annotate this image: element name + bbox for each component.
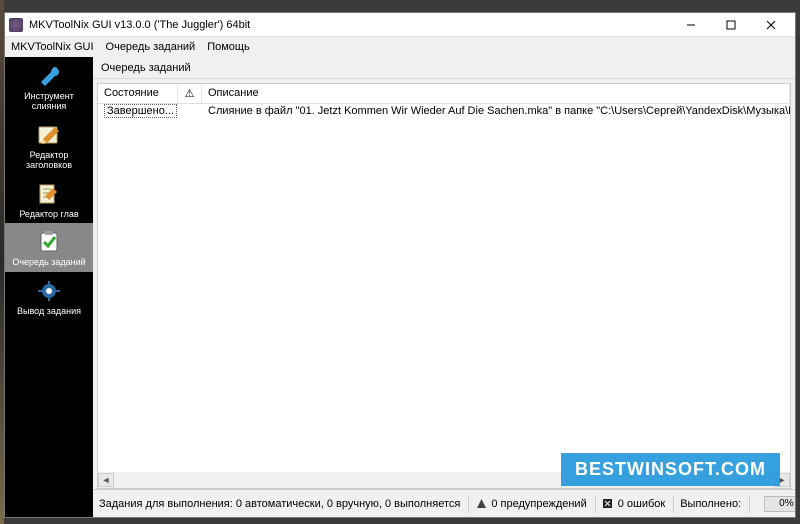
status-pending: Задания для выполнения: 0 автоматически,… — [97, 495, 460, 513]
gear-icon — [34, 278, 64, 304]
col-description[interactable]: Описание — [202, 84, 790, 103]
menu-item-queue[interactable]: Очередь заданий — [106, 41, 196, 53]
close-icon — [766, 20, 776, 30]
watermark: BESTWINSOFT.COM — [561, 453, 780, 486]
sidebar-item-chapter-editor[interactable]: Редактор глав — [5, 175, 93, 224]
scroll-left-icon[interactable]: ◄ — [98, 473, 114, 487]
menu-item-app[interactable]: MKVToolNix GUI — [11, 41, 94, 53]
menubar: MKVToolNix GUI Очередь заданий Помощь — [5, 37, 795, 57]
sidebar-item-job-output[interactable]: Вывод задания — [5, 272, 93, 321]
checklist-icon — [34, 229, 64, 255]
app-icon — [9, 18, 23, 32]
sidebar-item-header-editor[interactable]: Редактор заголовков — [5, 116, 93, 175]
sidebar-label: Вывод задания — [17, 307, 81, 317]
minimize-icon — [686, 20, 696, 30]
status-errors: 0 ошибок — [618, 498, 666, 510]
progress-current: 0% — [764, 496, 795, 512]
maximize-icon — [726, 20, 736, 30]
sidebar-label: Инструмент слияния — [7, 92, 91, 112]
pencil-icon — [34, 122, 64, 148]
col-state[interactable]: Состояние — [98, 84, 178, 103]
col-warn[interactable]: ⚠ — [178, 84, 202, 103]
minimize-button[interactable] — [671, 15, 711, 35]
menu-item-help[interactable]: Помощь — [207, 41, 250, 53]
sidebar-label: Очередь заданий — [12, 258, 85, 268]
cell-warn — [178, 104, 202, 122]
close-button[interactable] — [751, 15, 791, 35]
wrench-icon — [34, 63, 64, 89]
window-title: MKVToolNix GUI v13.0.0 ('The Juggler') 6… — [29, 19, 250, 31]
status-warnings: 0 предупреждений — [491, 498, 586, 510]
cell-description: Слияние в файл "01. Jetzt Kommen Wir Wie… — [202, 104, 790, 122]
titlebar[interactable]: MKVToolNix GUI v13.0.0 ('The Juggler') 6… — [5, 13, 795, 37]
sidebar-item-job-queue[interactable]: Очередь заданий — [5, 223, 93, 272]
sidebar-label: Редактор заголовков — [7, 151, 91, 171]
main-panel: Очередь заданий Состояние ⚠ Описание Зав… — [93, 57, 795, 517]
table-header: Состояние ⚠ Описание — [98, 84, 790, 104]
statusbar: Задания для выполнения: 0 автоматически,… — [93, 489, 795, 517]
sidebar-item-merge[interactable]: Инструмент слияния — [5, 57, 93, 116]
panel-title: Очередь заданий — [93, 57, 795, 79]
app-window: MKVToolNix GUI v13.0.0 ('The Juggler') 6… — [4, 12, 796, 518]
sidebar: Инструмент слияния Редактор заголовков Р… — [5, 57, 93, 517]
table-row[interactable]: Завершено... Слияние в файл "01. Jetzt K… — [98, 104, 790, 122]
status-done-label: Выполнено: — [673, 495, 741, 513]
warning-icon — [475, 498, 487, 510]
maximize-button[interactable] — [711, 15, 751, 35]
paper-pencil-icon — [34, 181, 64, 207]
sidebar-label: Редактор глав — [19, 210, 78, 220]
job-table[interactable]: Состояние ⚠ Описание Завершено... Слияни… — [97, 83, 791, 489]
cell-state: Завершено... — [98, 104, 178, 122]
error-icon — [602, 498, 614, 510]
